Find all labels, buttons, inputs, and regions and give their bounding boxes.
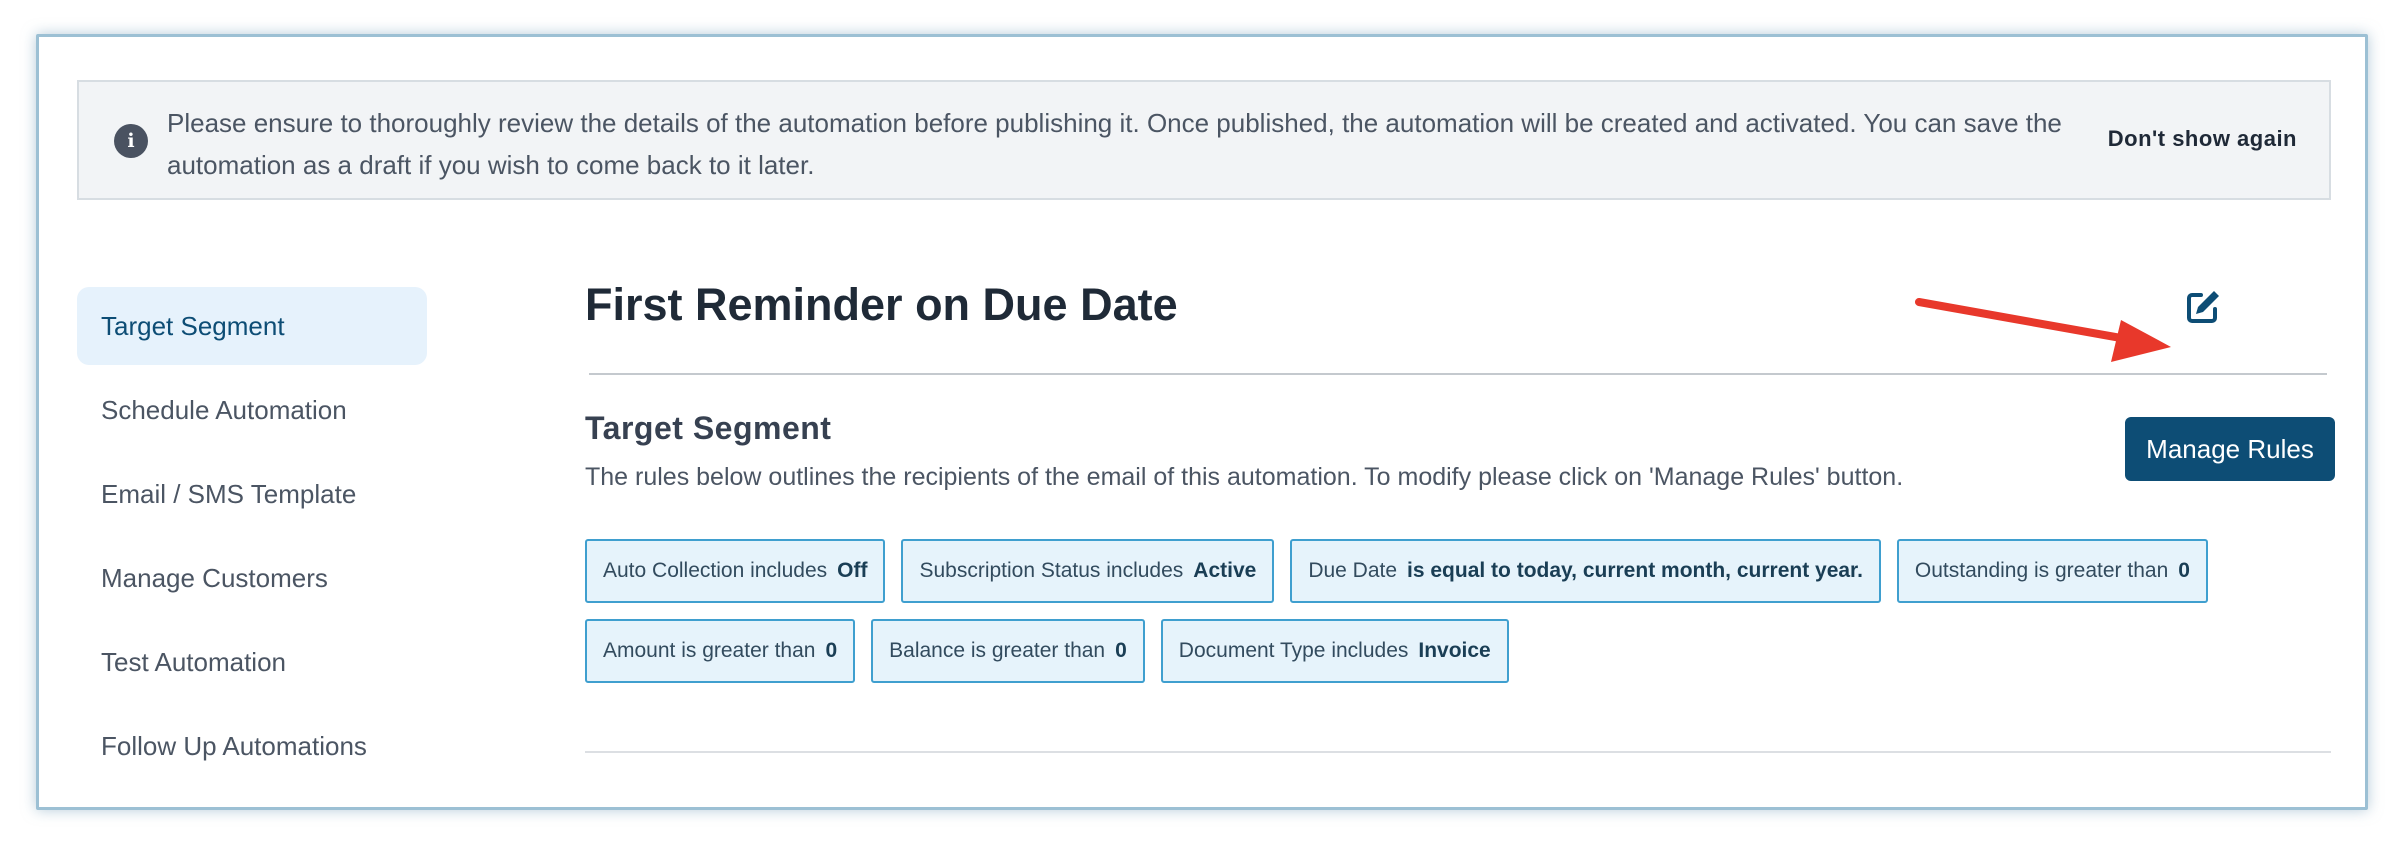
sidebar-item-test-automation[interactable]: Test Automation [77, 623, 427, 701]
sidebar-item-label: Schedule Automation [101, 394, 347, 425]
rule-label: Balance is greater than [889, 639, 1106, 662]
section-divider [585, 751, 2331, 753]
annotation-arrow-icon [1915, 298, 2171, 362]
rule-value: 0 [825, 639, 838, 662]
rule-chip: Document Type includes Invoice [1160, 619, 1509, 683]
rule-label: Subscription Status includes [919, 559, 1184, 582]
rule-chip: Amount is greater than 0 [585, 619, 856, 683]
rule-chip: Outstanding is greater than 0 [1896, 539, 2208, 603]
rule-value: 0 [1115, 639, 1127, 662]
rule-label: Auto Collection includes [603, 559, 828, 582]
info-icon: i [114, 124, 148, 158]
rule-value: Off [837, 559, 868, 582]
title-divider [589, 373, 2327, 375]
sidebar-item-label: Test Automation [101, 646, 286, 677]
sidebar-item-label: Follow Up Automations [101, 730, 367, 761]
sidebar-item-target-segment[interactable]: Target Segment [77, 287, 427, 365]
rule-chip: Subscription Status includes Active [901, 539, 1275, 603]
dont-show-again-link[interactable]: Don't show again [2108, 126, 2297, 152]
section-title: Target Segment [585, 410, 832, 446]
rule-label: Outstanding is greater than [1914, 559, 2169, 582]
rule-chip-row: Auto Collection includes Off Subscription… [585, 539, 2345, 603]
rule-chip-row: Amount is greater than 0 Balance is great… [585, 619, 2345, 683]
review-notice-banner: i Please ensure to thoroughly review the… [77, 80, 2331, 200]
rule-chip: Balance is greater than 0 [871, 619, 1145, 683]
rule-value: Invoice [1418, 639, 1491, 662]
sidebar-item-label: Manage Customers [101, 562, 328, 593]
sidebar-item-email-sms-template[interactable]: Email / SMS Template [77, 455, 427, 533]
pencil-square-icon [2187, 291, 2219, 323]
rule-value: Active [1193, 559, 1257, 582]
rule-value: 0 [2178, 559, 2190, 582]
sidebar-item-follow-up-automations[interactable]: Follow Up Automations [77, 707, 427, 785]
notice-text: Please ensure to thoroughly review the d… [167, 108, 2062, 180]
rule-label: Due Date [1308, 559, 1398, 582]
rule-chip: Due Date is equal to today, current month… [1290, 539, 1881, 603]
rule-label: Amount is greater than [603, 639, 816, 662]
rule-chips: Auto Collection includes Off Subscription… [585, 539, 2345, 699]
sidebar-item-manage-customers[interactable]: Manage Customers [77, 539, 427, 617]
edit-title-button[interactable] [2181, 285, 2225, 329]
sidebar-item-label: Target Segment [101, 310, 285, 341]
automation-steps-sidebar: Target Segment Schedule Automation Email… [77, 287, 427, 791]
rule-value: is equal to today, current month, curren… [1407, 559, 1863, 582]
rule-chip: Auto Collection includes Off [585, 539, 886, 603]
rule-label: Document Type includes [1178, 639, 1409, 662]
manage-rules-button[interactable]: Manage Rules [2125, 417, 2335, 481]
page-title: First Reminder on Due Date [585, 279, 1178, 330]
section-description: The rules below outlines the recipients … [585, 463, 1904, 491]
sidebar-item-label: Email / SMS Template [101, 478, 357, 509]
sidebar-item-schedule-automation[interactable]: Schedule Automation [77, 371, 427, 449]
automation-panel: i Please ensure to thoroughly review the… [36, 34, 2368, 810]
